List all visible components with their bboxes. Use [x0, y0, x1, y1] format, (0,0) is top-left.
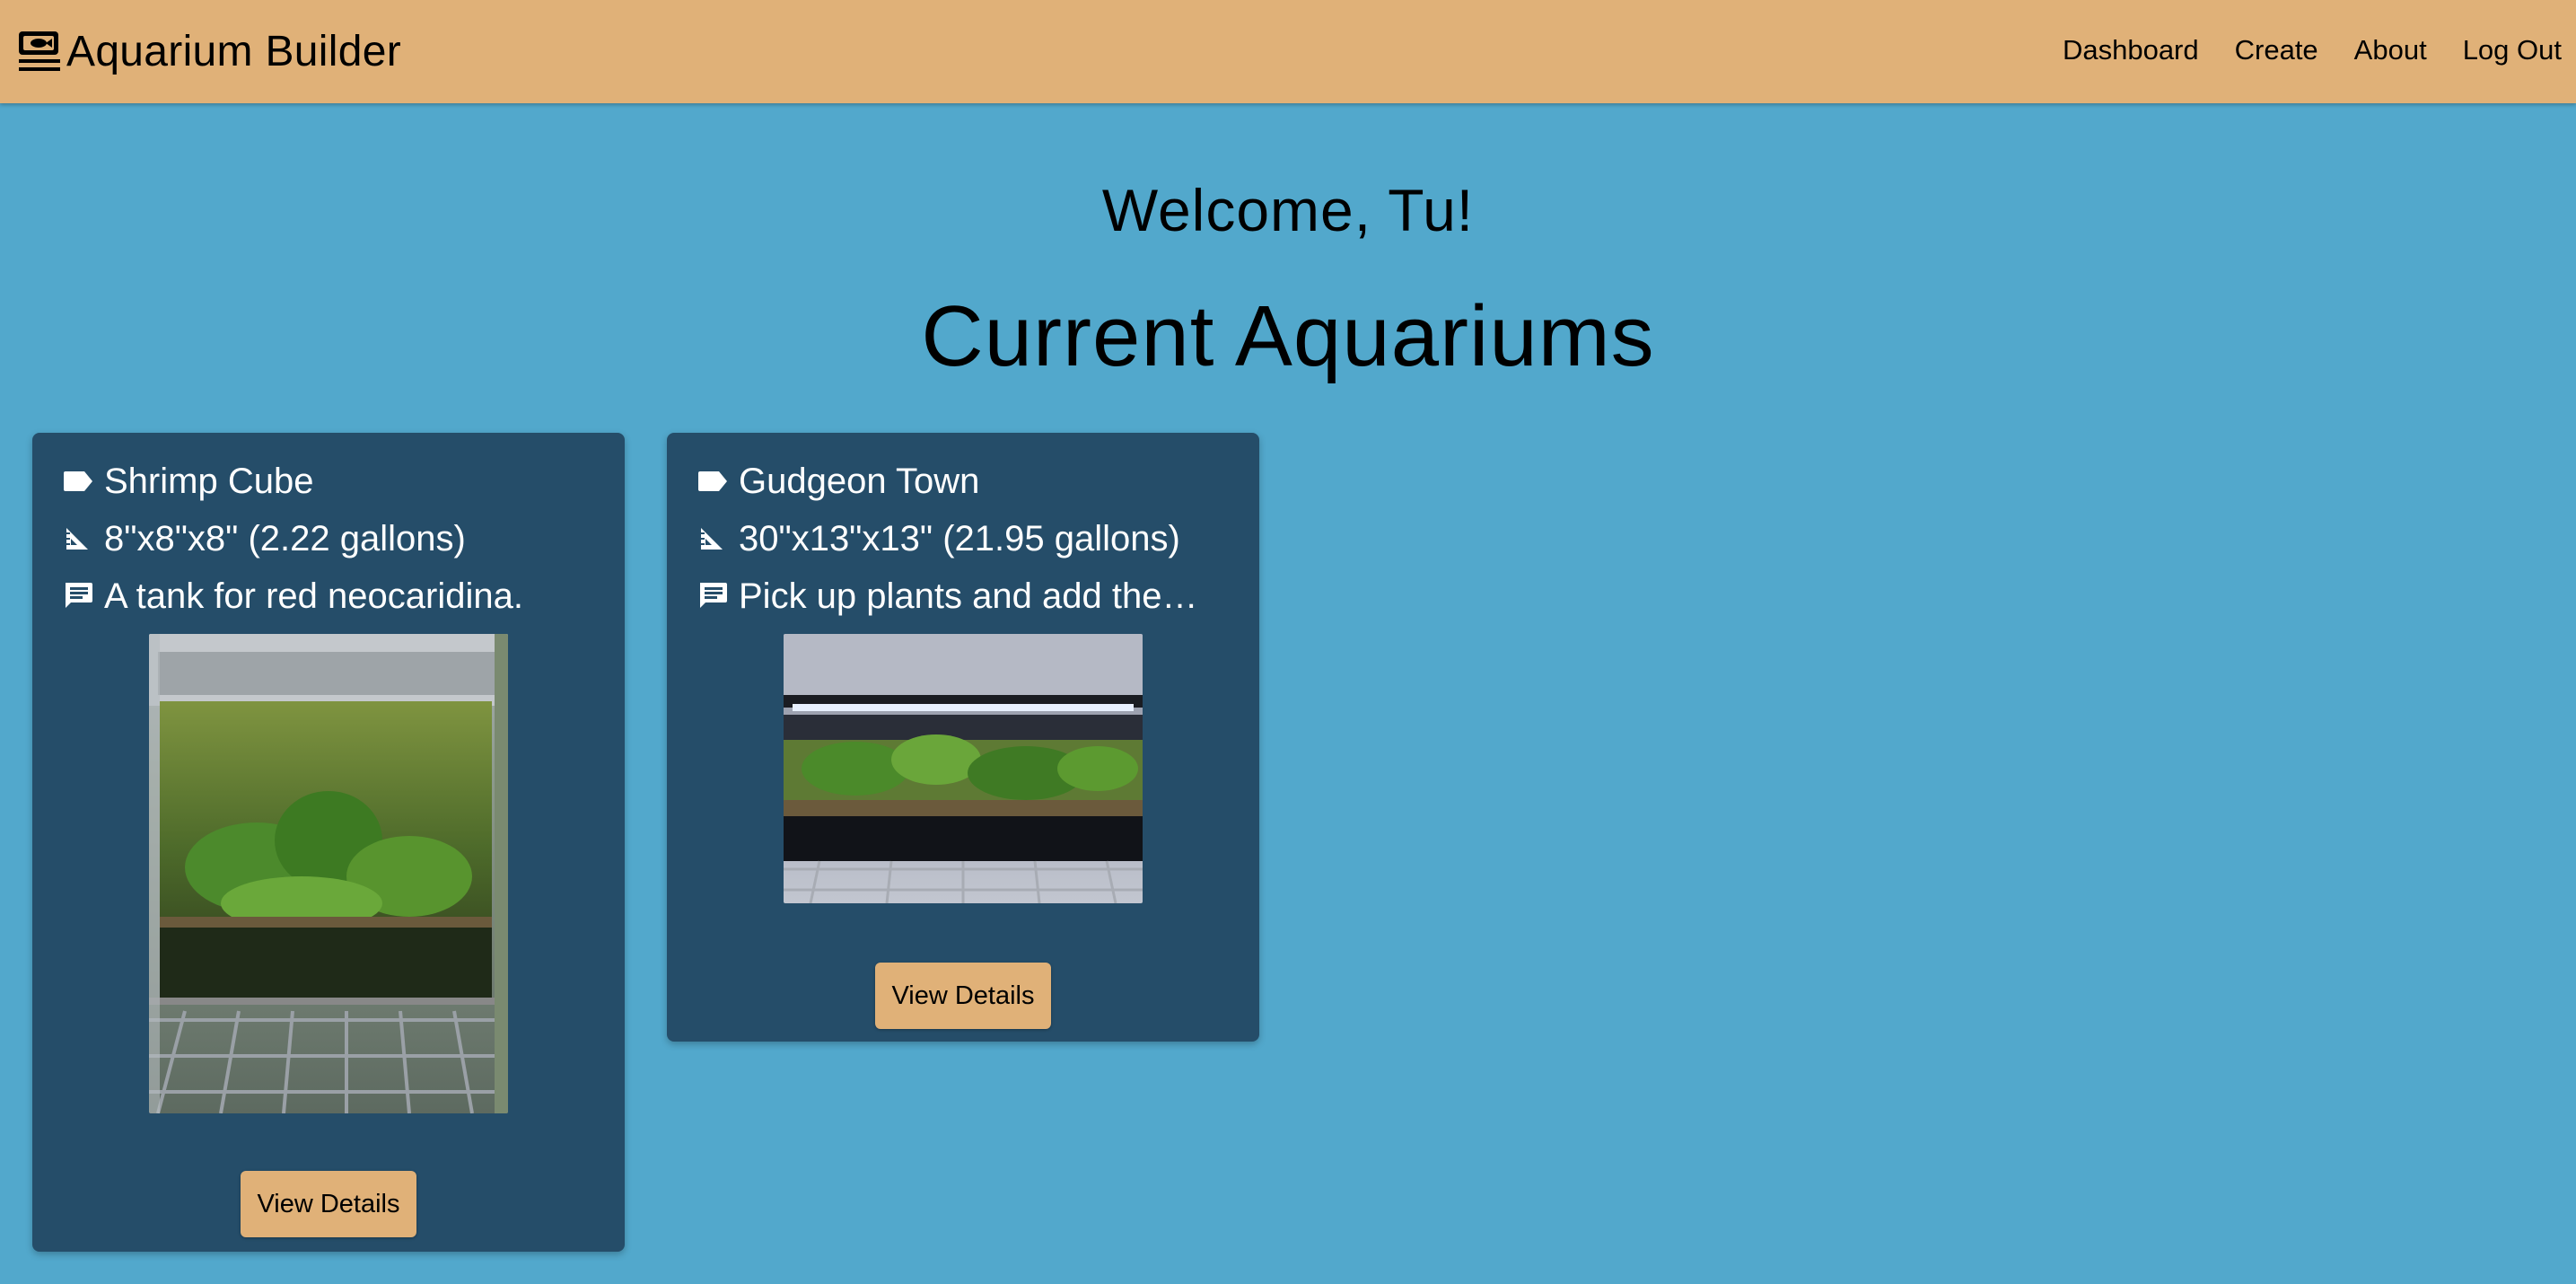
brand-title: Aquarium Builder — [66, 27, 401, 75]
set-square-ruler-icon — [697, 521, 733, 557]
aquarium-description-row: A tank for red neocaridina. — [63, 571, 601, 621]
nav-links: Dashboard Create About Log Out — [2027, 25, 2576, 75]
aquarium-card: Shrimp Cube 8"x8"x8" (2.22 gallons) A ta… — [32, 433, 625, 1252]
nav-dashboard-link[interactable]: Dashboard — [2063, 34, 2199, 66]
nav-create-link[interactable]: Create — [2235, 34, 2318, 66]
nav-logout-link[interactable]: Log Out — [2463, 34, 2562, 66]
brand-link[interactable]: Aquarium Builder — [16, 20, 401, 83]
page-title: Current Aquariums — [921, 288, 1655, 384]
aquarium-card: Gudgeon Town 30"x13"x13" (21.95 gallons)… — [667, 433, 1259, 1042]
aquarium-photo — [784, 634, 1143, 903]
welcome-heading: Welcome, Tu! — [1101, 177, 1475, 243]
aquarium-dimensions-row: 30"x13"x13" (21.95 gallons) — [697, 514, 1236, 564]
top-navbar: Aquarium Builder Dashboard Create About … — [0, 0, 2576, 103]
aquarium-name: Shrimp Cube — [104, 461, 314, 501]
nav-about-link[interactable]: About — [2354, 34, 2427, 66]
view-details-button[interactable]: View Details — [875, 963, 1051, 1029]
aquarium-name: Gudgeon Town — [739, 461, 980, 501]
aquarium-description: A tank for red neocaridina. — [104, 576, 523, 616]
aquarium-name-row: Gudgeon Town — [697, 456, 1236, 506]
aquarium-photo — [149, 634, 508, 1113]
view-details-button[interactable]: View Details — [241, 1171, 416, 1237]
set-square-ruler-icon — [63, 521, 99, 557]
comment-icon — [697, 578, 733, 614]
aquarium-description-row: Pick up plants and add the… — [697, 571, 1236, 621]
aquarium-dimensions-row: 8"x8"x8" (2.22 gallons) — [63, 514, 601, 564]
label-tag-icon — [697, 463, 733, 499]
comment-icon — [63, 578, 99, 614]
label-tag-icon — [63, 463, 99, 499]
aquarium-dimensions: 30"x13"x13" (21.95 gallons) — [739, 518, 1180, 558]
aquarium-description: Pick up plants and add the… — [739, 576, 1198, 616]
aquarium-tank-icon — [16, 28, 63, 75]
aquarium-dimensions: 8"x8"x8" (2.22 gallons) — [104, 518, 466, 558]
aquarium-name-row: Shrimp Cube — [63, 456, 601, 506]
